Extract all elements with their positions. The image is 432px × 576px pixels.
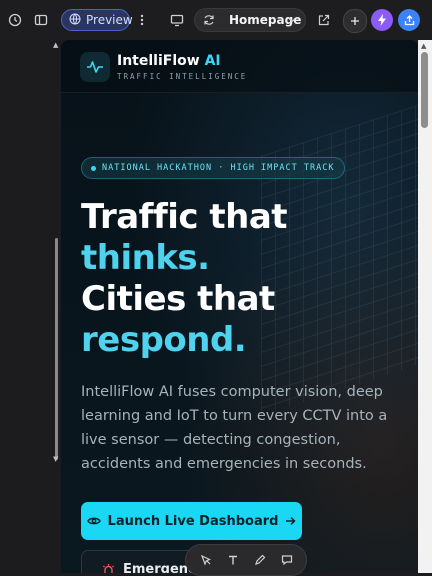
brand-name-main: IntelliFlow xyxy=(117,53,200,69)
pen-icon[interactable] xyxy=(251,551,269,569)
headline-line-2: thinks. xyxy=(81,238,210,278)
eye-icon xyxy=(86,516,101,526)
headline-line-1: Traffic that xyxy=(81,197,288,237)
brand-name-ai: AI xyxy=(204,53,221,69)
siren-icon xyxy=(102,563,115,573)
left-gutter xyxy=(0,40,60,573)
share-button[interactable] xyxy=(398,9,420,31)
brand-name[interactable]: IntelliFlow AI xyxy=(117,53,221,69)
arrow-right-icon xyxy=(285,516,297,526)
more-vertical-icon[interactable] xyxy=(131,9,153,31)
globe-icon xyxy=(69,13,81,28)
outer-scroll-up-arrow[interactable]: ▲ xyxy=(53,41,58,49)
refresh-icon[interactable] xyxy=(203,14,215,26)
external-link-icon[interactable] xyxy=(312,9,334,31)
add-button[interactable] xyxy=(343,9,367,33)
text-icon[interactable] xyxy=(224,551,242,569)
chevron-down-icon xyxy=(288,17,296,23)
monitor-icon[interactable] xyxy=(166,9,188,31)
outer-scroll-down-arrow[interactable]: ▼ xyxy=(53,455,58,463)
inner-scroll-up-arrow[interactable]: ▲ xyxy=(421,42,426,50)
history-icon[interactable] xyxy=(4,9,26,31)
hero-headline: Traffic that thinks. Cities that respond… xyxy=(81,197,288,361)
comment-icon[interactable] xyxy=(278,551,296,569)
share-icon xyxy=(404,14,415,26)
badge-label: NATIONAL HACKATHON · HIGH IMPACT TRACK xyxy=(102,163,335,173)
preview-label: Preview xyxy=(86,13,133,27)
hero-description: IntelliFlow AI fuses computer vision, de… xyxy=(81,384,388,472)
badge-dot xyxy=(91,166,96,171)
outer-scrollbar[interactable] xyxy=(55,238,58,460)
plus-icon xyxy=(350,16,360,26)
brand-tagline: TRAFFIC INTELLIGENCE xyxy=(117,72,248,81)
lightning-button[interactable] xyxy=(371,9,393,31)
preview-toggle[interactable]: Preview xyxy=(61,9,133,31)
floating-edit-toolbar xyxy=(185,544,307,576)
logo[interactable] xyxy=(80,52,110,82)
lightning-icon xyxy=(377,14,387,26)
page-selector[interactable]: Homepage xyxy=(194,8,306,32)
sidebar-icon[interactable] xyxy=(30,9,52,31)
site-preview: IntelliFlow AI TRAFFIC INTELLIGENCE NATI… xyxy=(61,40,418,573)
headline-line-3: Cities that xyxy=(81,279,275,319)
hackathon-badge: NATIONAL HACKATHON · HIGH IMPACT TRACK xyxy=(81,157,346,179)
pulse-icon xyxy=(86,60,104,74)
launch-dashboard-label: Launch Live Dashboard xyxy=(107,513,279,529)
headline-line-4: respond. xyxy=(81,320,247,360)
preview-scrollbar[interactable] xyxy=(421,52,428,128)
select-icon[interactable] xyxy=(197,551,215,569)
editor-toolbar: Preview Homepage xyxy=(0,0,432,40)
launch-dashboard-button[interactable]: Launch Live Dashboard xyxy=(81,502,302,540)
site-header: IntelliFlow AI TRAFFIC INTELLIGENCE xyxy=(61,40,418,93)
